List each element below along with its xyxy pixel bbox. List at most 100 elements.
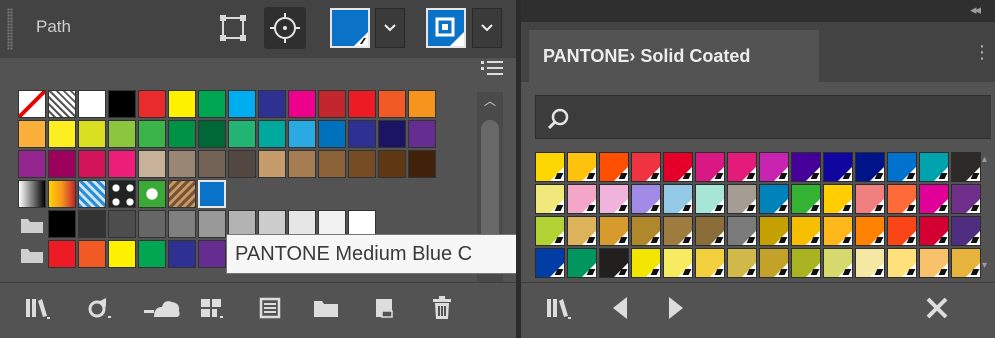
pantone-swatch[interactable] xyxy=(567,248,597,278)
pantone-swatch[interactable] xyxy=(727,184,757,214)
scroll-up-arrow-icon[interactable]: ︿ xyxy=(477,92,503,110)
swatch[interactable] xyxy=(48,120,76,148)
scroll-up-arrow-icon[interactable]: ▴ xyxy=(982,154,987,165)
swatch[interactable] xyxy=(168,210,196,238)
circle-target-button[interactable] xyxy=(264,7,306,49)
pantone-swatch[interactable] xyxy=(919,248,949,278)
pantone-swatch[interactable] xyxy=(631,184,661,214)
pantone-swatch[interactable] xyxy=(791,248,821,278)
pantone-swatch[interactable] xyxy=(759,216,789,246)
pantone-swatch[interactable] xyxy=(727,248,757,278)
swatch[interactable] xyxy=(138,210,166,238)
swatch[interactable] xyxy=(108,120,136,148)
swatch[interactable] xyxy=(198,210,226,238)
pantone-swatch[interactable] xyxy=(759,152,789,182)
swatch[interactable] xyxy=(348,150,376,178)
pantone-swatch[interactable] xyxy=(823,152,853,182)
pantone-swatch[interactable] xyxy=(951,248,981,278)
swatch[interactable] xyxy=(348,120,376,148)
swatch[interactable] xyxy=(138,150,166,178)
swatch[interactable] xyxy=(78,90,106,118)
folder-icon[interactable] xyxy=(18,210,46,238)
swatch[interactable] xyxy=(378,150,406,178)
pantone-swatch[interactable] xyxy=(759,184,789,214)
pantone-swatch[interactable] xyxy=(695,152,725,182)
swatch[interactable] xyxy=(288,150,316,178)
pantone-swatch[interactable] xyxy=(855,216,885,246)
swatch[interactable] xyxy=(198,180,226,208)
pantone-swatch[interactable] xyxy=(599,216,629,246)
swatch[interactable] xyxy=(408,120,436,148)
pantone-swatch[interactable] xyxy=(535,184,565,214)
swatch[interactable] xyxy=(18,150,46,178)
anchor-point-button[interactable] xyxy=(212,7,254,49)
swatch[interactable] xyxy=(18,120,46,148)
tab-pantone-solid-coated[interactable]: PANTONE› Solid Coated xyxy=(529,30,819,82)
swatch[interactable] xyxy=(168,120,196,148)
pantone-swatch[interactable] xyxy=(855,248,885,278)
pantone-swatch[interactable] xyxy=(599,152,629,182)
pantone-swatch[interactable] xyxy=(567,216,597,246)
close-library-button[interactable] xyxy=(921,293,953,323)
pantone-swatch[interactable] xyxy=(887,216,917,246)
pantone-swatch[interactable] xyxy=(599,184,629,214)
swatch[interactable] xyxy=(318,90,346,118)
swatch[interactable] xyxy=(198,150,226,178)
pantone-swatch[interactable] xyxy=(599,248,629,278)
pantone-swatch[interactable] xyxy=(791,184,821,214)
double-chevron-icon[interactable]: ◂◂ xyxy=(970,2,981,18)
swatch[interactable] xyxy=(108,240,136,268)
pantone-scrollbar[interactable]: ▴ ▾ xyxy=(979,152,995,280)
cloud-library-button[interactable] xyxy=(142,293,182,323)
pantone-swatch[interactable] xyxy=(823,216,853,246)
pantone-swatch[interactable] xyxy=(791,152,821,182)
pantone-swatch[interactable] xyxy=(823,184,853,214)
swatch[interactable] xyxy=(318,120,346,148)
pantone-swatch[interactable] xyxy=(535,216,565,246)
color-group-button[interactable] xyxy=(254,293,286,323)
swatch[interactable] xyxy=(48,90,76,118)
swatch[interactable] xyxy=(288,120,316,148)
swatch[interactable] xyxy=(168,90,196,118)
pantone-swatch[interactable] xyxy=(695,248,725,278)
swatch[interactable] xyxy=(18,90,46,118)
swatch[interactable] xyxy=(78,180,106,208)
pantone-swatch[interactable] xyxy=(951,184,981,214)
swatch[interactable] xyxy=(408,90,436,118)
swatch[interactable] xyxy=(198,120,226,148)
pantone-swatch[interactable] xyxy=(727,152,757,182)
pantone-swatch[interactable] xyxy=(663,216,693,246)
stroke-dropdown[interactable] xyxy=(472,8,502,48)
pantone-swatch[interactable] xyxy=(791,216,821,246)
scroll-down-arrow-icon[interactable]: ▾ xyxy=(982,260,987,271)
next-library-button[interactable] xyxy=(659,293,691,323)
swatch[interactable] xyxy=(48,240,76,268)
swatch[interactable] xyxy=(108,150,136,178)
swatch[interactable] xyxy=(48,210,76,238)
swatch[interactable] xyxy=(378,120,406,148)
swatch[interactable] xyxy=(318,150,346,178)
pantone-swatch[interactable] xyxy=(951,152,981,182)
show-kinds-button[interactable] xyxy=(84,293,116,323)
pantone-swatch[interactable] xyxy=(727,216,757,246)
swatch[interactable] xyxy=(258,150,286,178)
pantone-swatch[interactable] xyxy=(887,248,917,278)
pantone-swatch[interactable] xyxy=(855,184,885,214)
folder-icon[interactable] xyxy=(18,240,46,268)
swatch[interactable] xyxy=(228,150,256,178)
swatch[interactable] xyxy=(18,180,46,208)
new-folder-button[interactable] xyxy=(310,293,342,323)
swatch[interactable] xyxy=(168,150,196,178)
swatch[interactable] xyxy=(198,240,226,268)
swatch[interactable] xyxy=(348,90,376,118)
new-swatch-button[interactable] xyxy=(368,293,400,323)
swatch-libraries-button[interactable] xyxy=(22,293,54,323)
swatch[interactable] xyxy=(138,120,166,148)
swatch[interactable] xyxy=(48,150,76,178)
swatch[interactable] xyxy=(258,90,286,118)
pantone-swatch[interactable] xyxy=(759,248,789,278)
swatch-options-button[interactable] xyxy=(196,293,228,323)
swatch[interactable] xyxy=(168,180,196,208)
fill-color-swatch[interactable] xyxy=(330,8,370,48)
swatch[interactable] xyxy=(378,90,406,118)
